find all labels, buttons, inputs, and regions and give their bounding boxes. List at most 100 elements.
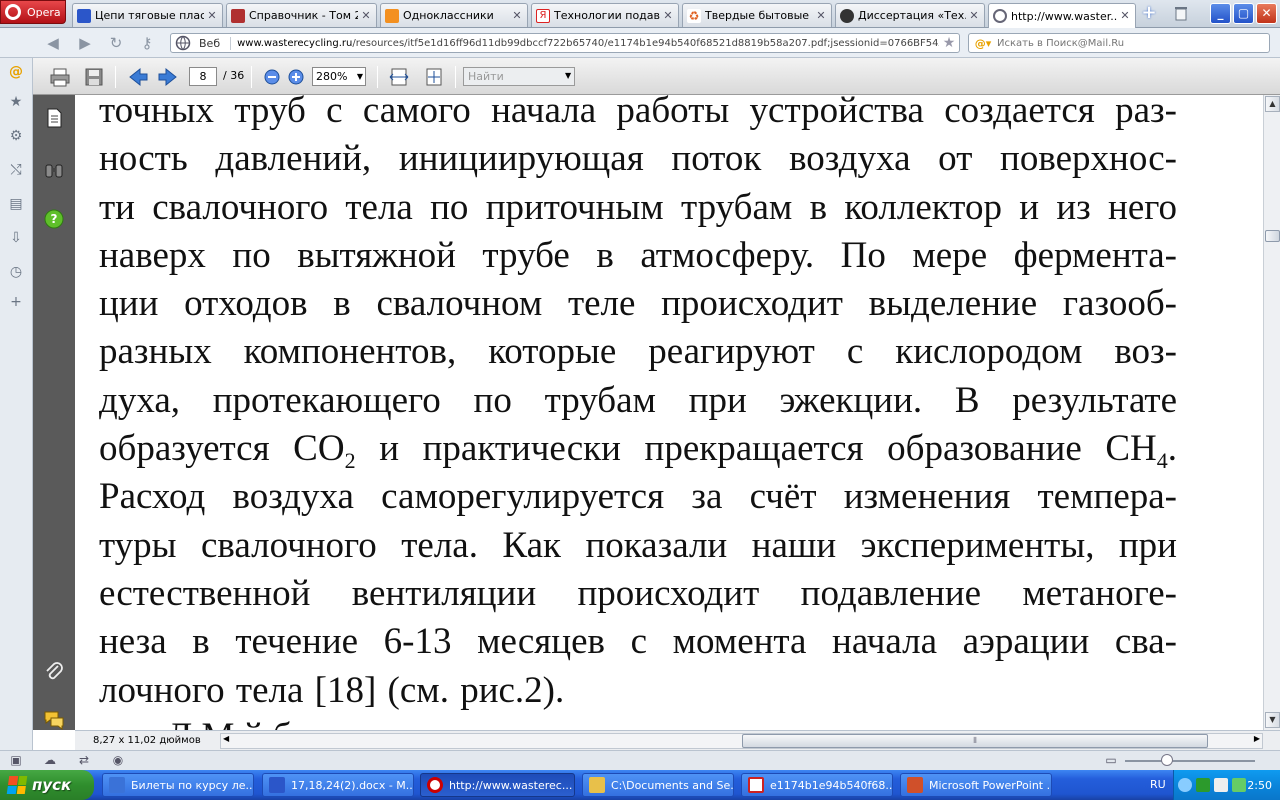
- recycle-icon: ♻: [687, 8, 701, 23]
- reload-icon[interactable]: ↻: [107, 34, 125, 52]
- view-icon[interactable]: ▭: [1103, 753, 1119, 769]
- taskbar-window-button[interactable]: Билеты по курсу ле...: [102, 773, 254, 797]
- scroll-down-arrow-icon[interactable]: ▼: [1265, 712, 1280, 728]
- minimize-window-button[interactable]: _: [1210, 3, 1231, 24]
- chevron-down-icon[interactable]: ▼: [565, 71, 571, 80]
- toolbar-divider: [455, 66, 456, 88]
- comments-icon[interactable]: [43, 709, 65, 731]
- start-button[interactable]: пуск: [0, 770, 94, 800]
- taskbar-window-button[interactable]: e1174b1e94b540f68...: [741, 773, 893, 797]
- cloud-sync-icon[interactable]: ☁: [42, 753, 58, 769]
- scroll-thumb[interactable]: [1265, 230, 1280, 242]
- turbo-icon[interactable]: ⇄: [76, 753, 92, 769]
- mail-icon[interactable]: @: [6, 62, 26, 82]
- text-line: неза в течение 6-13 месяцев с момента на…: [99, 621, 1177, 663]
- find-input[interactable]: Найти: [463, 67, 575, 86]
- start-label: пуск: [32, 776, 72, 794]
- browser-tab[interactable]: ♻ Твердые бытовые ... ✕: [682, 3, 832, 27]
- bookmark-star-icon[interactable]: ★: [939, 35, 959, 51]
- notes-icon[interactable]: ▤: [6, 194, 26, 214]
- next-page-arrow-icon[interactable]: [157, 67, 179, 87]
- opera-logo-icon: [5, 4, 21, 20]
- browser-tab[interactable]: Цепи тяговые плас... ✕: [72, 3, 223, 27]
- new-tab-button[interactable]: +: [1138, 4, 1160, 24]
- tab-close-icon[interactable]: ✕: [206, 9, 218, 22]
- pdf-document-view[interactable]: точных труб с самого начала работы устро…: [75, 95, 1263, 730]
- back-arrow-icon[interactable]: ◀: [44, 34, 62, 52]
- page-number-input[interactable]: 8: [189, 67, 217, 86]
- fit-page-icon[interactable]: [423, 67, 445, 87]
- zoom-slider[interactable]: [1125, 760, 1255, 762]
- save-disk-icon[interactable]: [83, 67, 105, 87]
- bookmarks-star-icon[interactable]: ★: [6, 92, 26, 112]
- browser-tab-active[interactable]: http://www.waster... ✕: [988, 3, 1136, 28]
- zoom-level-value: 280%: [316, 70, 348, 83]
- scroll-left-arrow-icon[interactable]: ◀: [223, 734, 229, 743]
- security-icon[interactable]: [1196, 778, 1210, 792]
- word-document-icon: [269, 777, 285, 793]
- scroll-thumb[interactable]: ⦀: [742, 734, 1208, 748]
- forward-arrow-icon[interactable]: ▶: [76, 34, 94, 52]
- search-input[interactable]: [997, 37, 1269, 49]
- globe-icon: [993, 9, 1007, 23]
- opera-menu-button[interactable]: Opera: [0, 0, 66, 24]
- horizontal-scrollbar[interactable]: ◀ ⦀ ▶: [220, 733, 1263, 749]
- tab-close-icon[interactable]: ✕: [511, 9, 523, 22]
- tab-close-icon[interactable]: ✕: [968, 9, 980, 22]
- browser-tab[interactable]: Диссертация «Тех... ✕: [835, 3, 985, 27]
- print-icon[interactable]: [49, 67, 71, 87]
- browser-tab[interactable]: Одноклассники ✕: [380, 3, 528, 27]
- add-panel-icon[interactable]: +: [6, 292, 26, 312]
- vertical-scrollbar[interactable]: ▲ ▼: [1263, 95, 1280, 730]
- binoculars-search-icon[interactable]: [43, 159, 65, 181]
- language-indicator[interactable]: RU: [1150, 778, 1166, 791]
- share-icon[interactable]: ⤭: [6, 160, 26, 180]
- tab-title: Технологии подав...: [554, 9, 660, 22]
- search-field[interactable]: @▾: [968, 33, 1270, 53]
- trash-icon[interactable]: [1173, 5, 1189, 21]
- scroll-up-arrow-icon[interactable]: ▲: [1265, 96, 1280, 112]
- tab-close-icon[interactable]: ✕: [1119, 10, 1131, 22]
- text-fragment: .: [1167, 428, 1177, 470]
- previous-page-arrow-icon[interactable]: [127, 67, 149, 87]
- maximize-window-button[interactable]: ▢: [1233, 3, 1254, 24]
- address-field[interactable]: Веб www.wasterecycling.ru/resources/itf5…: [170, 33, 960, 53]
- zoom-out-icon[interactable]: [261, 67, 283, 87]
- zoom-in-icon[interactable]: [285, 67, 307, 87]
- yandex-icon: Я: [536, 8, 550, 23]
- toolbar-divider: [115, 66, 116, 88]
- zoom-slider-handle[interactable]: [1161, 754, 1173, 766]
- search-engine-icon[interactable]: @▾: [969, 37, 997, 50]
- taskbar-window-button[interactable]: 17,18,24(2).docx - M...: [262, 773, 414, 797]
- scroll-right-arrow-icon[interactable]: ▶: [1254, 734, 1260, 743]
- subscript: 4: [1156, 448, 1168, 474]
- volume-icon[interactable]: [1214, 778, 1228, 792]
- tab-close-icon[interactable]: ✕: [360, 9, 372, 22]
- text-fragment: и практически прекращается образование C…: [355, 428, 1157, 470]
- taskbar-window-button[interactable]: C:\Documents and Se...: [582, 773, 734, 797]
- taskbar-window-button[interactable]: Microsoft PowerPoint ...: [900, 773, 1052, 797]
- opera-side-panel: @ ★ ⚙ ⤭ ▤ ⇩ ◷ +: [0, 58, 33, 750]
- history-clock-icon[interactable]: ◷: [6, 262, 26, 282]
- image-settings-icon[interactable]: ◉: [110, 753, 126, 769]
- fit-width-icon[interactable]: [388, 67, 410, 87]
- close-window-button[interactable]: ✕: [1256, 3, 1277, 24]
- help-icon[interactable]: ?: [43, 208, 65, 230]
- panel-toggle-icon[interactable]: ▣: [8, 753, 24, 769]
- downloads-icon[interactable]: ⇩: [6, 228, 26, 248]
- safely-remove-icon[interactable]: [1232, 778, 1246, 792]
- url-path: /resources/itf5e1d16ff96d11db99dbccf722b…: [352, 37, 939, 49]
- attachment-paperclip-icon[interactable]: [43, 661, 65, 683]
- browser-tab[interactable]: Справочник - Том 2... ✕: [226, 3, 377, 27]
- browser-tab[interactable]: Я Технологии подав... ✕: [531, 3, 679, 27]
- network-icon[interactable]: [1178, 778, 1192, 792]
- zoom-level-select[interactable]: 280% ▼: [312, 67, 366, 86]
- key-icon[interactable]: ⚷: [138, 34, 156, 52]
- taskbar-window-button-active[interactable]: http://www.wasterec...: [420, 773, 575, 797]
- tab-close-icon[interactable]: ✕: [662, 9, 674, 22]
- windows-taskbar: пуск Билеты по курсу ле... 17,18,24(2).d…: [0, 770, 1280, 800]
- settings-gear-icon[interactable]: ⚙: [6, 126, 26, 146]
- windows-flag-icon: [6, 776, 28, 794]
- pages-icon[interactable]: [43, 107, 65, 129]
- tab-close-icon[interactable]: ✕: [815, 9, 827, 22]
